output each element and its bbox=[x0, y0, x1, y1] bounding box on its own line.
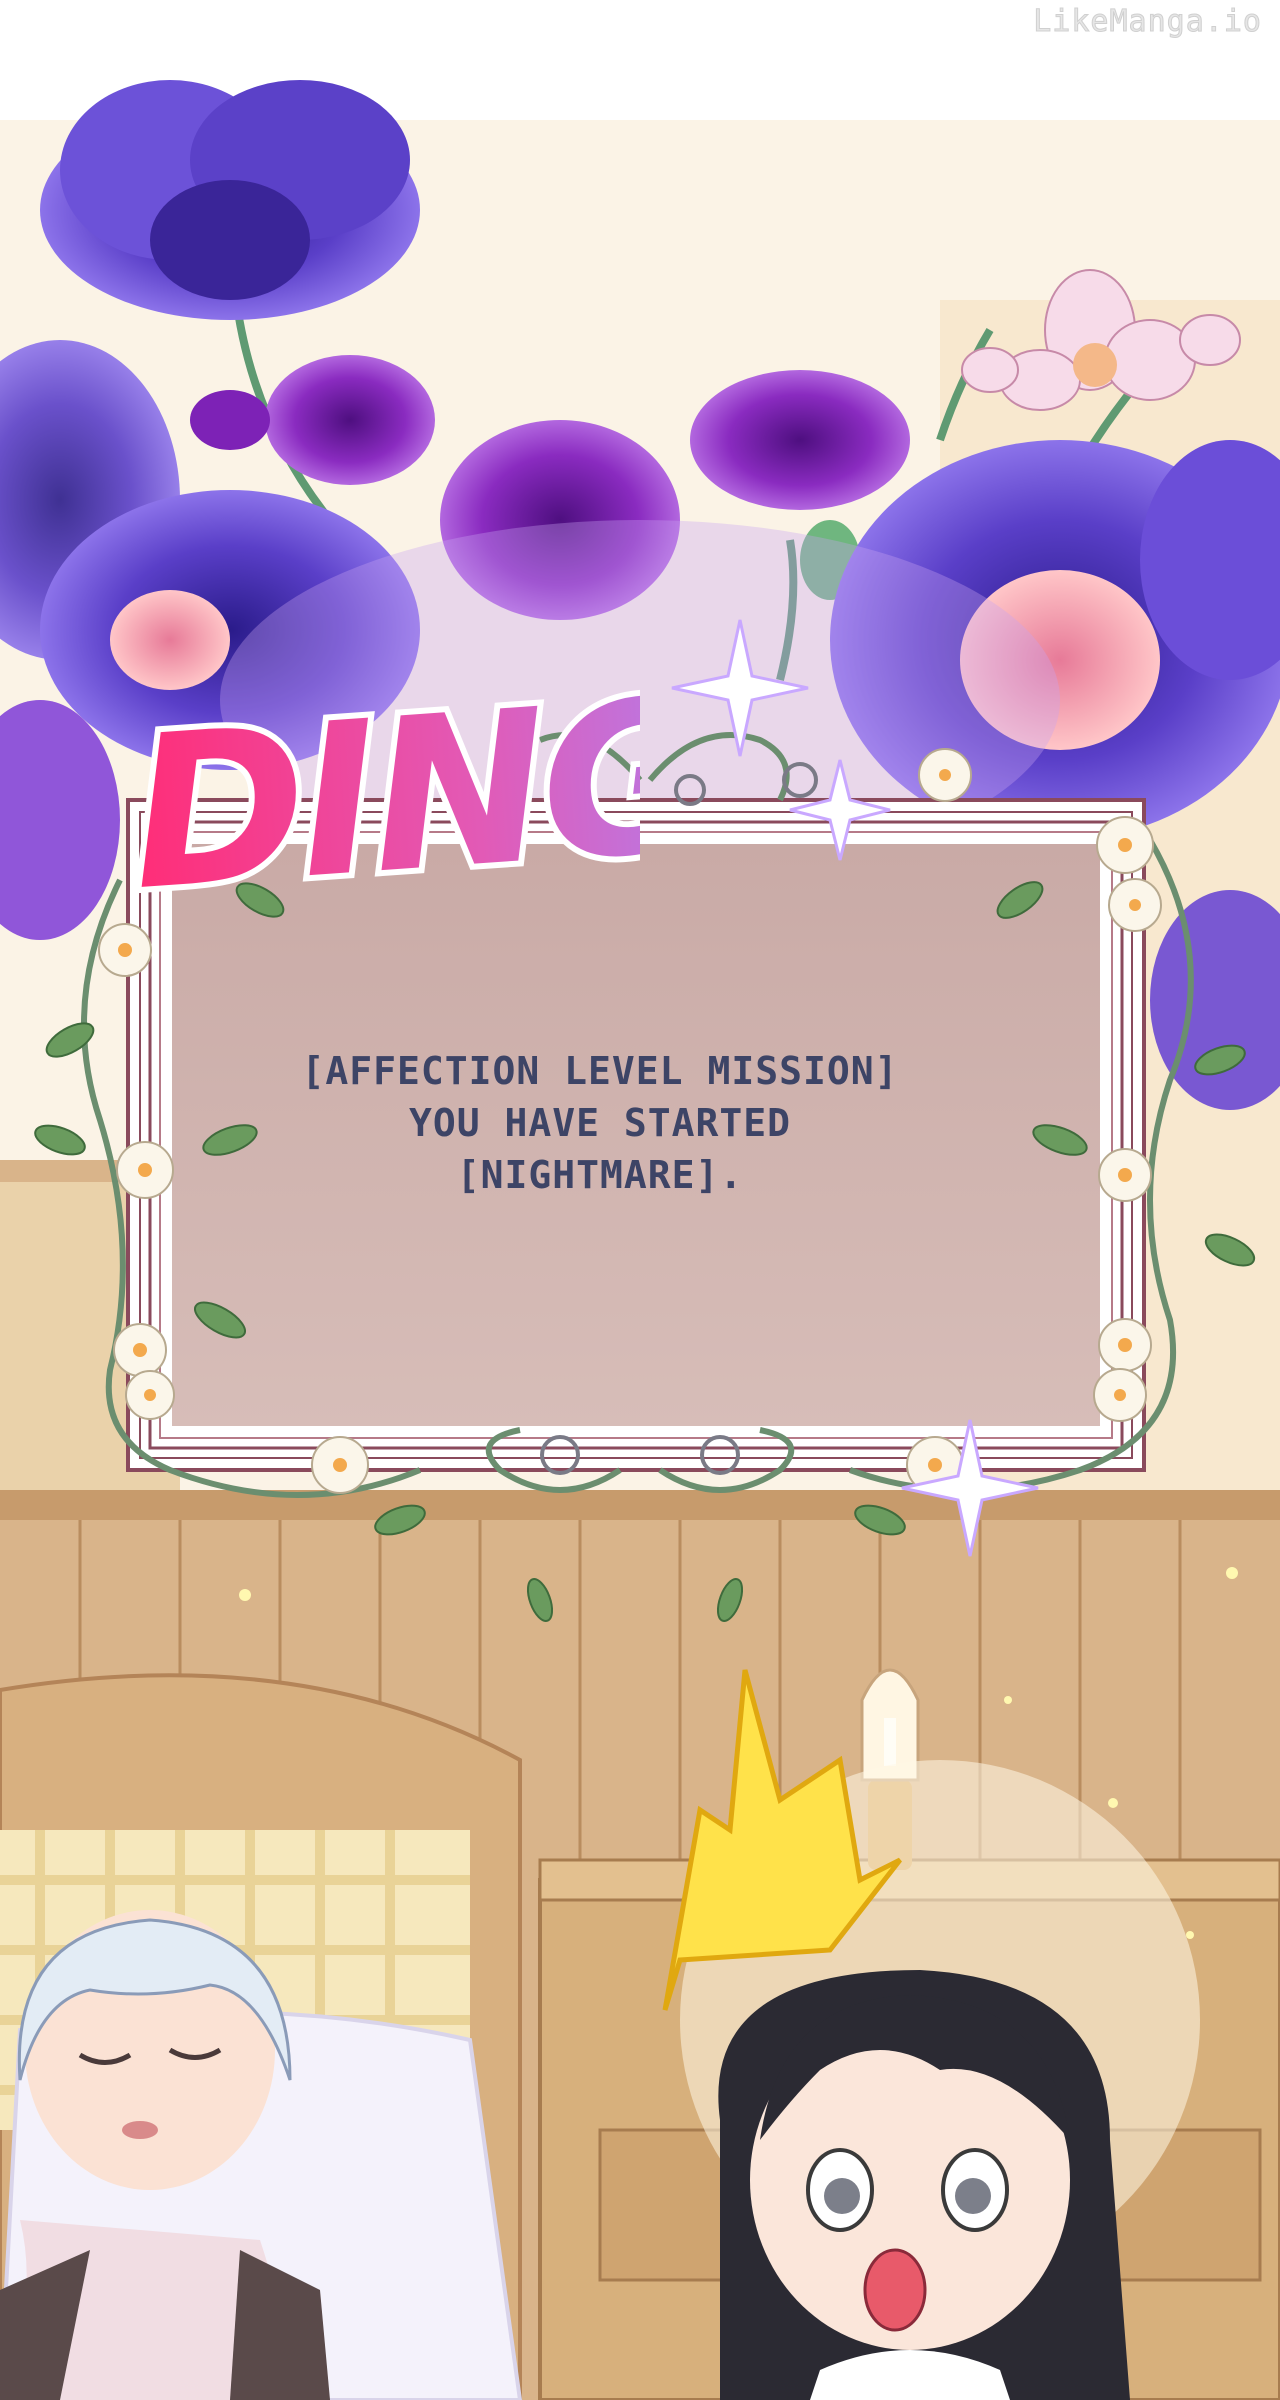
webtoon-panel: DING [AFFECTION LEVEL MISSION] YOU HAVE … bbox=[0, 0, 1280, 2400]
characters bbox=[0, 1669, 1200, 2400]
boy-character bbox=[0, 1910, 330, 2400]
girl-character bbox=[718, 1970, 1130, 2400]
watermark: LikeManga.io bbox=[1033, 4, 1262, 40]
